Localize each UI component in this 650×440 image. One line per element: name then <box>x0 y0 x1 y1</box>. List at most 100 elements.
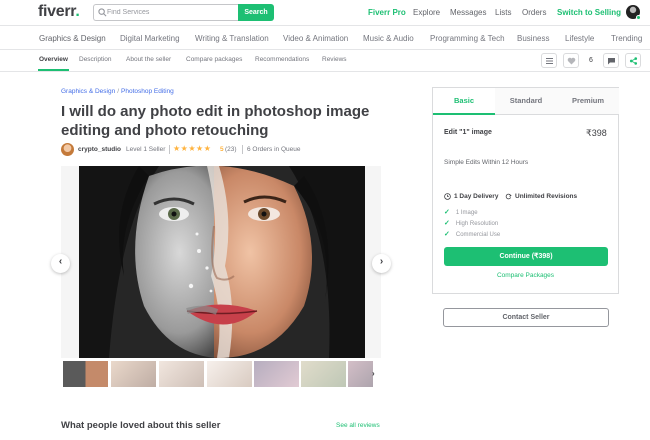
seller-name[interactable]: crypto_studio <box>78 146 121 153</box>
fiverr-logo[interactable]: fiverr. <box>38 3 80 21</box>
breadcrumb-photoshop-editing[interactable]: Photoshop Editing <box>121 88 174 95</box>
gallery-main-image[interactable] <box>79 166 365 358</box>
tab-standard[interactable]: Standard <box>495 88 557 114</box>
check-icon: ✓ <box>444 220 450 227</box>
breadcrumb: Graphics & Design / Photoshop Editing <box>61 88 174 95</box>
thumbnail[interactable] <box>301 361 346 387</box>
package-price: ₹398 <box>586 128 607 138</box>
gig-title: I will do any photo edit in photoshop im… <box>61 103 370 139</box>
contact-seller-button[interactable]: Contact Seller <box>443 308 609 327</box>
package-card: Basic Standard Premium Edit "1" image ₹3… <box>432 87 619 294</box>
list-icon <box>546 58 553 64</box>
gallery-thumbnails <box>61 361 381 387</box>
seller-level: Level 1 Seller <box>126 146 166 153</box>
category-video-animation[interactable]: Video & Animation <box>283 34 348 43</box>
logo-dot: . <box>75 3 80 20</box>
divider <box>169 145 170 154</box>
share-button[interactable] <box>625 53 641 68</box>
thumbnail[interactable] <box>254 361 299 387</box>
seller-avatar[interactable] <box>61 143 74 156</box>
chevron-right-icon: › <box>379 256 384 267</box>
refresh-icon <box>505 193 512 200</box>
tab-recommendations[interactable]: Recommendations <box>255 56 309 63</box>
category-programming-tech[interactable]: Programming & Tech <box>430 34 505 43</box>
thumbnails-next-icon[interactable]: › <box>372 369 375 378</box>
delivery-time: 1 Day Delivery <box>444 193 498 200</box>
search-bar: Search <box>93 4 274 21</box>
orders-in-queue: 6 Orders in Queue <box>247 146 301 153</box>
category-graphics-design[interactable]: Graphics & Design <box>39 34 106 43</box>
thumbnail[interactable] <box>63 361 108 387</box>
continue-button[interactable]: Continue (₹398) <box>444 247 608 266</box>
messages-link[interactable]: Messages <box>450 8 486 17</box>
category-trending[interactable]: Trending <box>611 34 642 43</box>
tab-premium[interactable]: Premium <box>557 88 619 114</box>
thumbnail[interactable] <box>207 361 252 387</box>
tab-reviews[interactable]: Reviews <box>322 56 347 63</box>
feature-item: ✓ High Resolution <box>444 219 498 227</box>
active-tab-indicator <box>38 69 69 71</box>
package-description: Simple Edits Within 12 Hours <box>444 159 529 166</box>
tab-compare-packages[interactable]: Compare packages <box>186 56 242 63</box>
chevron-left-icon: ‹ <box>58 256 63 267</box>
search-field[interactable] <box>93 4 238 21</box>
category-digital-marketing[interactable]: Digital Marketing <box>120 34 180 43</box>
divider <box>242 145 243 154</box>
package-tabs: Basic Standard Premium <box>433 88 619 115</box>
rating-count[interactable]: (23) <box>225 146 237 153</box>
share-icon <box>629 57 638 65</box>
rating-score: 5 <box>220 146 224 153</box>
tab-basic[interactable]: Basic <box>433 88 495 115</box>
search-button[interactable]: Search <box>238 4 274 21</box>
thumbnail[interactable] <box>159 361 204 387</box>
message-button[interactable] <box>603 53 619 68</box>
package-name: Edit "1" image <box>444 129 492 136</box>
tab-description[interactable]: Description <box>79 56 112 63</box>
orders-link[interactable]: Orders <box>522 8 546 17</box>
search-icon <box>98 8 107 17</box>
feature-item: ✓ 1 Image <box>444 208 478 216</box>
star-rating-icons: ★★★★★ <box>173 144 212 153</box>
feature-item: ✓ Commercial Use <box>444 230 500 238</box>
see-all-reviews-link[interactable]: See all reviews <box>336 422 380 429</box>
category-writing-translation[interactable]: Writing & Translation <box>195 34 269 43</box>
category-menu: Graphics & Design Digital Marketing Writ… <box>0 26 650 50</box>
feature-label: 1 Image <box>455 210 478 216</box>
clock-icon <box>444 193 451 200</box>
compare-packages-link[interactable]: Compare Packages <box>433 272 618 279</box>
category-business[interactable]: Business <box>517 34 549 43</box>
delivery-text: 1 Day Delivery <box>454 193 499 201</box>
lists-link[interactable]: Lists <box>495 8 511 17</box>
gig-gallery <box>61 166 381 358</box>
revisions: Unlimited Revisions <box>505 193 577 200</box>
feature-label: Commercial Use <box>455 232 501 238</box>
logo-text: fiverr <box>38 3 76 20</box>
thumbnail[interactable] <box>111 361 156 387</box>
thumbnail[interactable] <box>348 361 373 387</box>
gallery-next-button[interactable]: › <box>372 254 391 273</box>
top-navigation: fiverr. Search Fiverr Pro Explore Messag… <box>0 0 650 26</box>
gallery-prev-button[interactable]: ‹ <box>51 254 70 273</box>
feature-label: High Resolution <box>455 221 499 227</box>
search-input[interactable] <box>107 6 235 19</box>
check-icon: ✓ <box>444 231 450 238</box>
user-avatar[interactable] <box>626 5 641 20</box>
flag-icon <box>608 58 615 65</box>
online-indicator <box>636 15 641 20</box>
category-music-audio[interactable]: Music & Audio <box>363 34 414 43</box>
list-menu-button[interactable] <box>541 53 557 68</box>
seller-overview: crypto_studio Level 1 Seller ★★★★★ 5 (23… <box>61 143 391 157</box>
revisions-text: Unlimited Revisions <box>515 193 578 201</box>
tab-about-seller[interactable]: About the seller <box>126 56 171 63</box>
reviews-section-title: What people loved about this seller <box>61 420 221 431</box>
category-lifestyle[interactable]: Lifestyle <box>565 34 594 43</box>
switch-to-selling-link[interactable]: Switch to Selling <box>557 8 621 17</box>
fiverr-pro-link[interactable]: Fiverr Pro <box>368 8 406 17</box>
save-button[interactable] <box>563 53 579 68</box>
heart-icon <box>567 57 576 65</box>
breadcrumb-graphics-design[interactable]: Graphics & Design <box>61 88 115 95</box>
portrait-image <box>79 166 365 358</box>
explore-link[interactable]: Explore <box>413 8 440 17</box>
tab-overview[interactable]: Overview <box>39 56 68 63</box>
check-icon: ✓ <box>444 209 450 216</box>
